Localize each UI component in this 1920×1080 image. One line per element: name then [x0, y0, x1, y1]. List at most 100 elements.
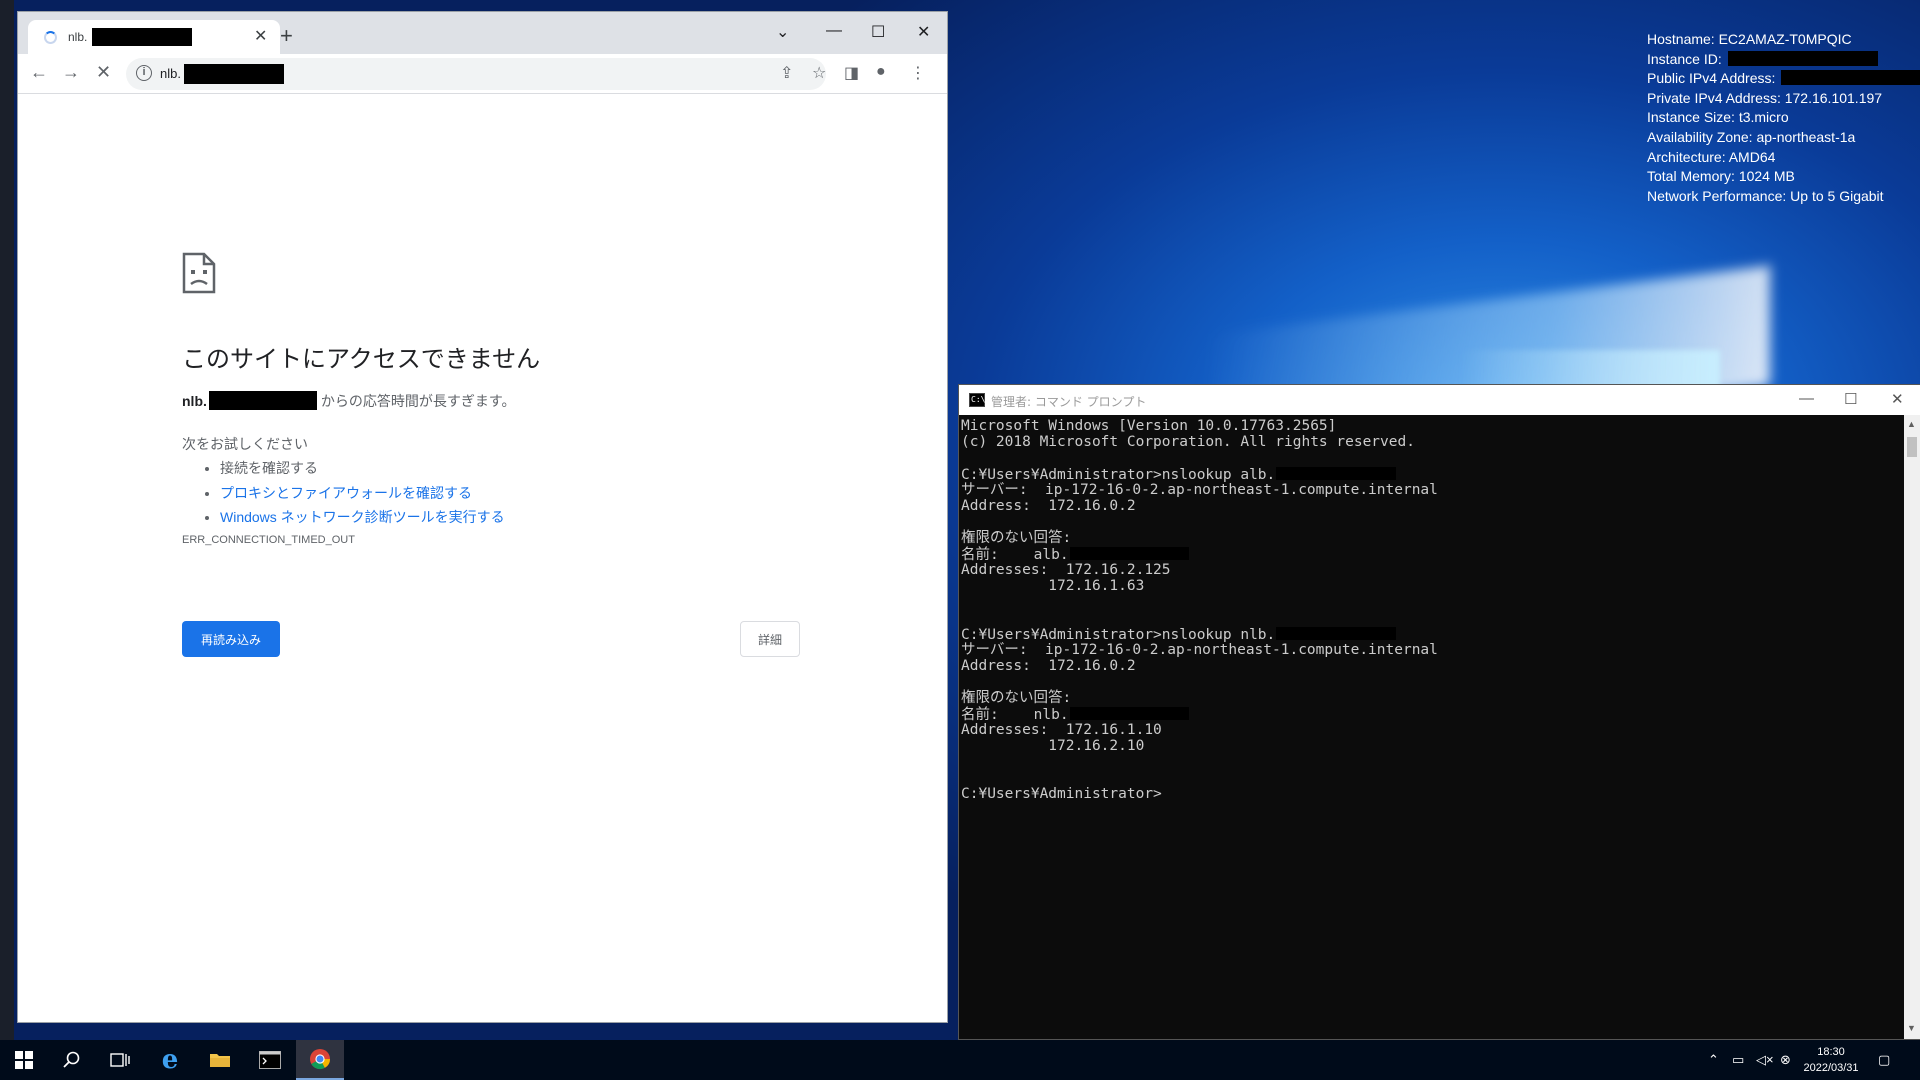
console-line-text: 172.16.2.10	[961, 738, 1145, 754]
console-line: Addresses: 172.16.1.10	[961, 722, 1904, 738]
chrome-titlebar[interactable]: nlb. ✕ + ⌄ — ☐ ✕	[18, 12, 947, 54]
suggestion-item: 接続を確認する	[220, 456, 505, 481]
console-line-text: C:¥Users¥Administrator>nslookup nlb.	[961, 627, 1276, 643]
suggestion-link[interactable]: プロキシとファイアウォールを確認する	[220, 485, 472, 501]
bookmark-star-icon[interactable]: ☆	[812, 63, 826, 83]
console-line: C:¥Users¥Administrator>nslookup nlb.	[961, 626, 1904, 643]
error-message-text: からの応答時間が長すぎます。	[320, 393, 516, 409]
folder-icon[interactable]	[196, 1040, 244, 1080]
close-window-button[interactable]: ✕	[917, 22, 930, 42]
stop-loading-button[interactable]: ✕	[96, 62, 111, 83]
console-line: サーバー: ip-172-16-0-2.ap-northeast-1.compu…	[961, 482, 1904, 498]
console-line-text: Addresses: 172.16.1.10	[961, 722, 1162, 738]
console-line-text: C:¥Users¥Administrator>	[961, 786, 1162, 802]
reload-button[interactable]: 再読み込み	[182, 621, 280, 657]
tab-search-icon[interactable]: ⌄	[776, 22, 789, 42]
error-title: このサイトにアクセスできません	[182, 345, 541, 373]
bginfo-row: Network Performance: Up to 5 Gigabit	[1647, 187, 1920, 207]
console-line: Address: 172.16.0.2	[961, 658, 1904, 674]
forward-button[interactable]: →	[62, 62, 80, 83]
suggestion-list: 接続を確認するプロキシとファイアウォールを確認する Windows ネットワーク診…	[200, 456, 505, 530]
close-window-button[interactable]: ✕	[1891, 390, 1904, 408]
console-line: 172.16.2.10	[961, 738, 1904, 754]
console-line: 権限のない回答:	[961, 530, 1904, 546]
console-line-text: Address: 172.16.0.2	[961, 658, 1136, 674]
details-button[interactable]: 詳細	[740, 621, 800, 657]
notification-center-icon[interactable]: ▢	[1878, 1052, 1890, 1068]
status-error-icon[interactable]: ⊗	[1780, 1052, 1791, 1068]
task-view-icon[interactable]	[96, 1040, 144, 1080]
bginfo-value: 172.16.101.197	[1784, 89, 1883, 106]
console-line: (c) 2018 Microsoft Corporation. All righ…	[961, 434, 1904, 450]
chrome-icon[interactable]	[296, 1040, 344, 1080]
share-icon[interactable]: ⇪	[780, 63, 793, 83]
console-line: 172.16.1.63	[961, 578, 1904, 594]
bginfo-row: Total Memory: 1024 MB	[1647, 167, 1920, 187]
maximize-button[interactable]: ☐	[1844, 390, 1857, 408]
bginfo-label: Private IPv4 Address:	[1647, 89, 1781, 106]
profile-avatar-icon[interactable]: ●	[876, 63, 886, 81]
search-icon[interactable]	[48, 1040, 96, 1080]
console-line-text: 172.16.1.63	[961, 578, 1145, 594]
console-line-text: 権限のない回答:	[961, 690, 1072, 706]
address-bar[interactable]: i nlb.	[126, 58, 826, 90]
chrome-menu-icon[interactable]: ⋮	[910, 63, 926, 83]
bginfo-label: Availability Zone:	[1647, 128, 1753, 145]
chrome-window[interactable]: nlb. ✕ + ⌄ — ☐ ✕ ← → ✕ i nlb. ⇪ ☆ ◨ ● ⋮	[18, 12, 947, 1022]
side-panel-icon[interactable]: ◨	[844, 63, 859, 83]
bginfo-value: Up to 5 Gigabit	[1790, 187, 1884, 204]
error-page: このサイトにアクセスできません nlb. からの応答時間が長すぎます。 次をお試し…	[18, 94, 947, 1022]
show-hidden-icons-icon[interactable]: ⌃	[1708, 1052, 1719, 1068]
bginfo-row: Hostname: EC2AMAZ-T0MPQIC	[1647, 30, 1920, 50]
sad-document-icon	[182, 252, 216, 294]
suggestion-item[interactable]: プロキシとファイアウォールを確認する	[220, 481, 505, 506]
bginfo-label: Total Memory:	[1647, 168, 1735, 185]
scroll-thumb[interactable]	[1907, 437, 1917, 457]
bginfo-row: Instance ID:	[1647, 50, 1920, 70]
console-line: Address: 172.16.0.2	[961, 498, 1904, 514]
console-line: サーバー: ip-172-16-0-2.ap-northeast-1.compu…	[961, 642, 1904, 658]
maximize-button[interactable]: ☐	[871, 22, 885, 42]
scroll-up-icon[interactable]: ▲	[1907, 419, 1916, 429]
address-text[interactable]: nlb.	[160, 66, 181, 81]
bginfo-row: Private IPv4 Address: 172.16.101.197	[1647, 89, 1920, 109]
suggestion-link[interactable]: Windows ネットワーク診断ツールを実行する	[220, 509, 505, 525]
console-line-text: 名前: alb.	[961, 547, 1069, 563]
cmd-icon[interactable]	[246, 1040, 294, 1080]
clock[interactable]: 18:30 2022/03/31	[1796, 1044, 1866, 1076]
bginfo-value: AMD64	[1728, 148, 1776, 165]
redaction-bar	[208, 391, 317, 410]
scroll-down-icon[interactable]: ▼	[1907, 1023, 1916, 1033]
cmd-titlebar[interactable]: C:\ 管理者: コマンド プロンプト — ☐ ✕	[959, 385, 1920, 415]
new-tab-button[interactable]: +	[280, 23, 293, 49]
console-line-text: 名前: nlb.	[961, 707, 1069, 723]
bginfo-label: Instance Size:	[1647, 109, 1735, 126]
bginfo-label: Network Performance:	[1647, 187, 1787, 204]
site-info-icon[interactable]: i	[136, 65, 152, 81]
console-line: 権限のない回答:	[961, 690, 1904, 706]
bginfo-value: ap-northeast-1a	[1756, 128, 1856, 145]
back-button[interactable]: ←	[30, 62, 48, 83]
suggestion-text: 接続を確認する	[220, 460, 318, 476]
bginfo-row: Availability Zone: ap-northeast-1a	[1647, 128, 1920, 148]
minimize-button[interactable]: —	[826, 22, 842, 40]
bginfo-row: Public IPv4 Address:	[1647, 69, 1920, 89]
console-output[interactable]: Microsoft Windows [Version 10.0.17763.25…	[959, 415, 1904, 1039]
console-line-text: サーバー: ip-172-16-0-2.ap-northeast-1.compu…	[961, 642, 1438, 658]
volume-muted-icon[interactable]: ◁×	[1756, 1052, 1774, 1068]
close-tab-icon[interactable]: ✕	[254, 26, 267, 46]
scrollbar[interactable]: ▲ ▼	[1904, 415, 1920, 1039]
redaction-bar	[1068, 546, 1191, 561]
error-host: nlb.	[182, 393, 207, 409]
ie-icon[interactable]: e	[146, 1040, 194, 1080]
network-icon[interactable]: ▭	[1732, 1052, 1744, 1068]
suggestion-item[interactable]: Windows ネットワーク診断ツールを実行する	[220, 505, 505, 530]
browser-tab[interactable]: nlb. ✕	[28, 20, 280, 54]
cmd-window[interactable]: C:\ 管理者: コマンド プロンプト — ☐ ✕ Microsoft Wind…	[959, 385, 1920, 1039]
windows-logo-icon[interactable]	[0, 1040, 48, 1080]
minimize-button[interactable]: —	[1799, 390, 1814, 407]
bginfo-value: 1024 MB	[1738, 168, 1795, 185]
